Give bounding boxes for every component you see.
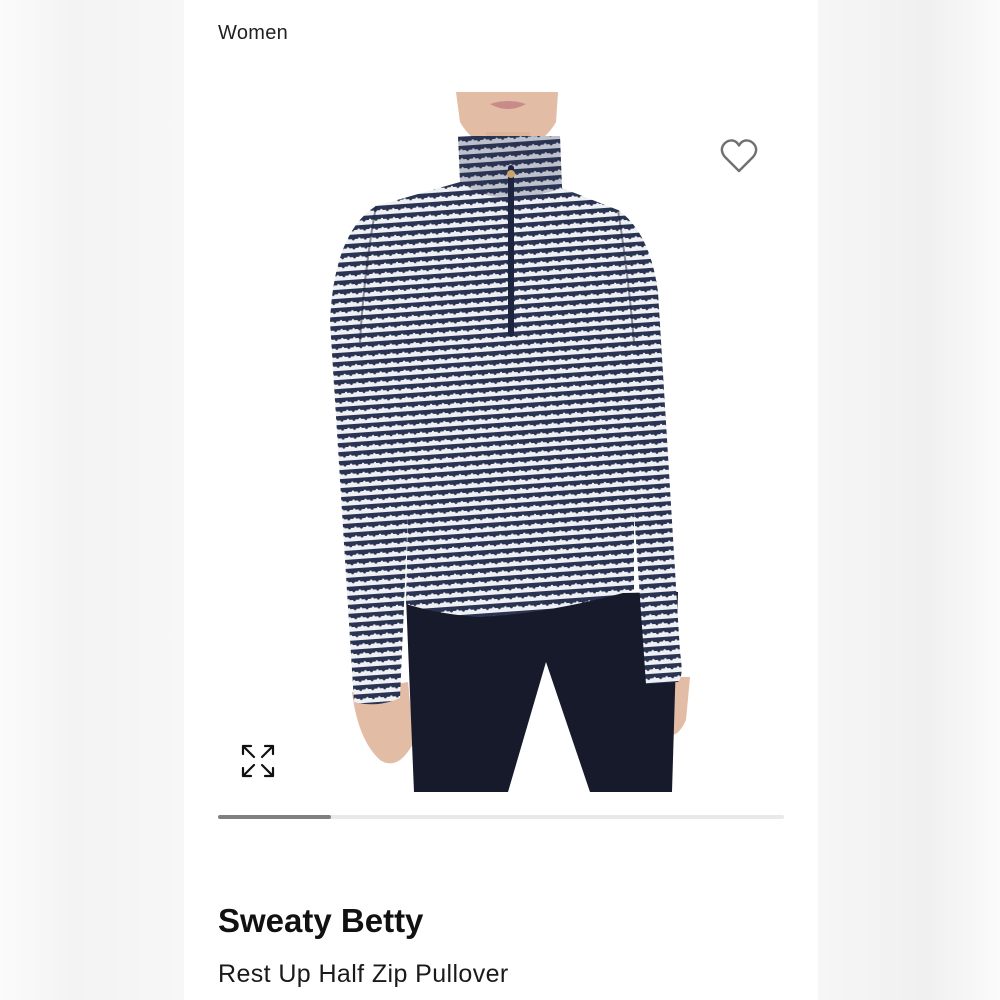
heart-icon[interactable] — [720, 138, 758, 174]
gallery-progress-bar[interactable] — [218, 815, 784, 819]
product-name: Rest Up Half Zip Pullover — [218, 960, 509, 988]
breadcrumb[interactable]: Women — [218, 22, 288, 45]
expand-icon[interactable] — [239, 742, 277, 780]
left-background-blur — [0, 0, 184, 1000]
product-page: Women Sweaty Betty Rest Up Half Zip Pull… — [184, 0, 818, 1000]
right-background-blur — [818, 0, 1000, 1000]
product-brand[interactable]: Sweaty Betty — [218, 902, 423, 940]
gallery-progress-fill — [218, 815, 332, 819]
product-image[interactable] — [328, 92, 696, 792]
